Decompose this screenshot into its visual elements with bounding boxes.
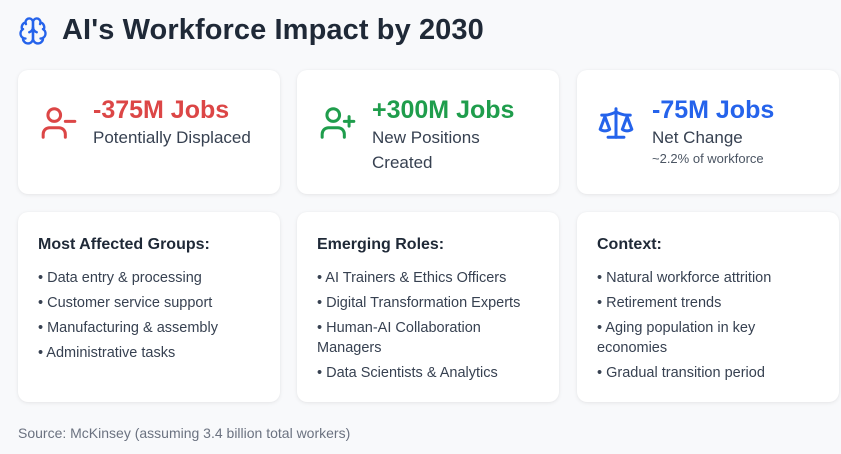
stat-value: -75M Jobs: [652, 96, 775, 124]
list-item: • Human-AI Collaboration Managers: [317, 320, 481, 356]
source-note: Source: McKinsey (assuming 3.4 billion t…: [18, 425, 351, 441]
stat-card-net-change: -75M Jobs Net Change ~2.2% of workforce: [577, 70, 839, 194]
panel-list: • Natural workforce attrition • Retireme…: [597, 268, 827, 388]
stat-value: +300M Jobs: [372, 96, 515, 124]
stat-value: -375M Jobs: [93, 96, 230, 124]
user-plus-icon: [320, 107, 356, 139]
list-item: • Natural workforce attrition: [597, 270, 772, 286]
list-item: • AI Trainers & Ethics Officers: [317, 270, 507, 286]
list-item: • Data entry & processing: [38, 270, 202, 286]
list-item: • Digital Transformation Experts: [317, 295, 521, 311]
panel-title: Emerging Roles:: [317, 236, 445, 253]
panel-list: • Data entry & processing • Customer ser…: [38, 268, 268, 368]
panel-emerging-roles: Emerging Roles: • AI Trainers & Ethics O…: [297, 212, 559, 402]
stat-label: Net Change: [652, 128, 743, 147]
list-item: • Data Scientists & Analytics: [317, 365, 498, 381]
stat-sublabel: ~2.2% of workforce: [652, 151, 764, 166]
list-item: • Gradual transition period: [597, 365, 765, 381]
list-item: • Retirement trends: [597, 295, 722, 311]
user-minus-icon: [41, 107, 77, 139]
list-item: • Manufacturing & assembly: [38, 320, 218, 336]
list-item: • Customer service support: [38, 295, 213, 311]
list-item: • Aging population in key economies: [597, 320, 756, 356]
stat-card-displaced: -375M Jobs Potentially Displaced: [18, 70, 280, 194]
panel-most-affected: Most Affected Groups: • Data entry & pro…: [18, 212, 280, 402]
panel-title: Context:: [597, 236, 662, 253]
page-title: AI's Workforce Impact by 2030: [62, 14, 484, 46]
stat-card-new-positions: +300M Jobs New Positions Created: [297, 70, 559, 194]
panel-context: Context: • Natural workforce attrition •…: [577, 212, 839, 402]
panel-list: • AI Trainers & Ethics Officers • Digita…: [317, 268, 547, 388]
list-item: • Administrative tasks: [38, 345, 176, 361]
stat-label: New Positions Created: [372, 128, 480, 172]
panel-title: Most Affected Groups:: [38, 236, 210, 253]
stat-label: Potentially Displaced: [93, 128, 251, 147]
brain-icon: [19, 16, 47, 45]
page-header: AI's Workforce Impact by 2030: [18, 14, 484, 47]
scale-icon: [598, 107, 634, 139]
